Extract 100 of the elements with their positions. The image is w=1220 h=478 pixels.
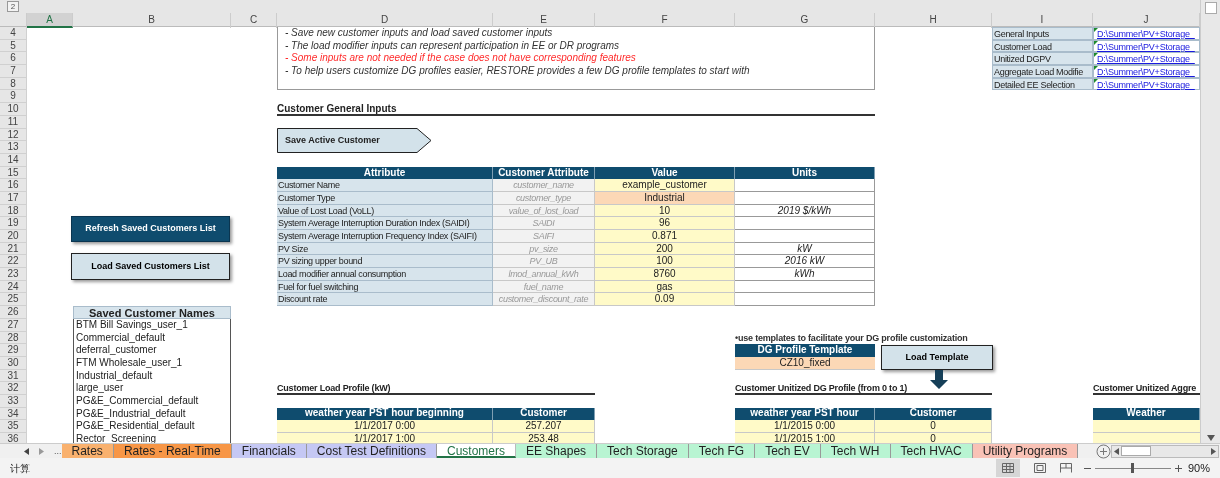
vertical-scrollbar[interactable] [1200, 0, 1220, 443]
row-number[interactable]: 25 [0, 293, 27, 307]
row-number[interactable]: 10 [0, 103, 27, 116]
row-number[interactable]: 19 [0, 217, 27, 230]
row-number[interactable]: 32 [0, 382, 27, 395]
table-cell: PV_UB [493, 255, 595, 269]
load-button[interactable]: Load Saved Customers List [71, 253, 230, 280]
table-header: Customer [493, 407, 595, 421]
normal-view-button[interactable] [995, 459, 1020, 477]
table-cell: Customer Name [277, 179, 493, 192]
list-item[interactable]: PG&E_Residential_default [73, 420, 231, 433]
row-number[interactable]: 6 [0, 52, 27, 66]
note-text: - To help users customize DG profiles easier, RESTORE provides a few DG profile templates to start with [285, 65, 750, 78]
row-number[interactable]: 22 [0, 255, 27, 269]
table-cell: Load modifier annual consumption [277, 268, 493, 281]
table-cell: 2019 $/kWh [735, 204, 875, 218]
table-cell: lmod_annual_kWh [493, 268, 595, 281]
grid-icon [1001, 463, 1014, 473]
zoom-in-icon[interactable] [1174, 464, 1182, 472]
value-field[interactable]: 8760 [595, 268, 735, 281]
table-cell: PV sizing upper bound [277, 255, 493, 269]
refresh-button[interactable]: Refresh Saved Customers List [71, 216, 230, 242]
load-template-button[interactable]: Load Template [881, 345, 993, 370]
section-heading: Customer General Inputs [277, 103, 875, 116]
row-number[interactable]: 23 [0, 268, 27, 281]
value-field[interactable]: 100 [595, 255, 735, 269]
sheet-tab[interactable]: Utility Programs [972, 444, 1079, 458]
row-number[interactable]: 29 [0, 344, 27, 357]
row-number[interactable]: 20 [0, 230, 27, 243]
table-cell: System Average Interruption Duration Index (SAIDI) [277, 217, 493, 230]
row-number[interactable]: 16 [0, 179, 27, 192]
table-header: weather year PST hour [735, 407, 875, 421]
list-item[interactable]: large_user [73, 382, 231, 395]
zoom-level: 90% [1187, 460, 1210, 476]
row-number[interactable]: 26 [0, 306, 27, 319]
scroll-down-icon[interactable] [1206, 435, 1215, 441]
table-header: Weather [1093, 407, 1200, 421]
table-cell: 1/1/2017 0:00 [277, 420, 493, 433]
sheet-tab[interactable]: Tech FG [688, 444, 756, 458]
row-number[interactable]: 35 [0, 420, 27, 433]
template-note: •use templates to facilitate your DG profile customization [735, 331, 968, 345]
sheet-tab[interactable]: Rates - Real-Time [113, 444, 232, 458]
more-sheets-button[interactable]: ... [54, 443, 62, 459]
add-sheet-icon[interactable] [1096, 443, 1112, 459]
sheet-tab[interactable]: Tech Storage [597, 444, 689, 458]
value-field[interactable]: example_customer [595, 179, 735, 192]
value-field[interactable]: 0.09 [595, 293, 735, 307]
page-break-icon[interactable] [1059, 463, 1072, 473]
indicator-icon [1094, 66, 1098, 71]
table-cell: 257.207 [493, 420, 595, 433]
sheet-tab[interactable]: Tech WH [820, 444, 891, 458]
table-cell: kW [735, 242, 875, 256]
table-cell: 2016 kW [735, 255, 875, 269]
sheet-tab[interactable]: Cost Test Definitions [306, 444, 437, 458]
row-number[interactable]: 9 [0, 90, 27, 104]
indicator-icon [1094, 78, 1098, 83]
table-header: Units [735, 166, 875, 180]
sheet-tab[interactable]: Customers [437, 444, 516, 458]
table-cell: 0 [875, 420, 992, 433]
sheet-tab[interactable]: Financials [231, 444, 307, 458]
table-cell: customer_name [493, 179, 595, 192]
page-layout-icon[interactable] [1033, 463, 1046, 473]
table-header: Value [595, 166, 735, 180]
sheet-tab[interactable]: Rates [61, 444, 114, 458]
table-cell: customer_discount_rate [493, 293, 595, 307]
sheet-tab[interactable]: EE Shapes [516, 444, 598, 458]
row-number[interactable]: 13 [0, 141, 27, 154]
outline-level-button[interactable]: 2 [7, 1, 19, 12]
scrollbar-thumb[interactable] [1204, 2, 1217, 14]
table-header: Customer Attribute [493, 166, 595, 180]
value-field[interactable]: 0.871 [595, 230, 735, 243]
value-field[interactable]: 96 [595, 217, 735, 230]
previous-sheet-icon[interactable] [24, 447, 29, 455]
link-label: Unitized DGPV [992, 52, 1093, 66]
table-cell: kWh [735, 268, 875, 281]
link-label: Aggregate Load Modifie [992, 65, 1093, 78]
slider-thumb[interactable] [1131, 463, 1135, 473]
column-header[interactable]: B [73, 13, 231, 28]
horizontal-scrollbar[interactable] [1111, 444, 1220, 458]
link-label: General Inputs [992, 27, 1093, 40]
zoom-slider[interactable] [1094, 463, 1171, 473]
row-number[interactable]: 7 [0, 65, 27, 78]
table-cell: System Average Interruption Frequency Index (SAIFI) [277, 230, 493, 243]
list-header: Saved Customer Names [73, 306, 231, 319]
list-item[interactable]: deferral_customer [73, 344, 231, 357]
table-header: Customer [875, 407, 992, 421]
indicator-icon [1094, 28, 1098, 32]
table-cell: Discount rate [277, 293, 493, 307]
column-header[interactable]: A [27, 13, 73, 28]
row-number[interactable]: 4 [0, 27, 27, 40]
sheet-tab[interactable]: Tech EV [755, 444, 821, 458]
scrollbar-thumb[interactable] [1121, 446, 1152, 456]
status-mode-text: 计算 [10, 461, 30, 476]
save-button[interactable]: Save Active Customer [277, 128, 432, 153]
note-text: - Save new customer inputs and load saved customer inputs [285, 27, 553, 40]
scroll-right-icon[interactable] [1211, 447, 1217, 455]
table-header: weather year PST hour beginning [277, 407, 493, 421]
sheet-tab[interactable]: Tech HVAC [890, 444, 973, 458]
table-cell: SAIDI [493, 217, 595, 230]
note-text: - Some inputs are not needed if the case does not have corresponding features [285, 52, 636, 66]
